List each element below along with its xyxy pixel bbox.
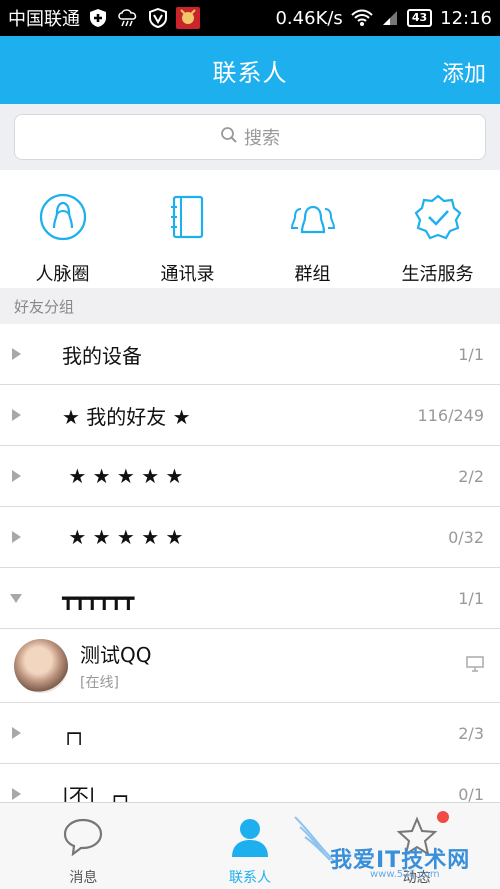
wifi-icon <box>351 9 373 27</box>
group-name: ★ 我的好友 ★ <box>62 404 191 429</box>
contact-status: [在线] <box>80 675 119 691</box>
chevron-right-icon <box>0 727 62 739</box>
quick-action-label: 群组 <box>294 264 331 285</box>
contact-list[interactable]: 我的设备 1/1 ★ 我的好友 ★ 116/249 ★ ★ ★ ★ ★ 2/2 … <box>0 324 500 802</box>
group-row[interactable]: ★ ★ ★ ★ ★ 2/2 <box>0 446 500 507</box>
nav-bar: 联系人 添加 <box>0 36 500 104</box>
quick-action-label: 人脉圈 <box>35 264 90 285</box>
group-name: ★ ★ ★ ★ ★ <box>62 464 184 488</box>
chat-bubble-icon <box>61 815 105 863</box>
quick-action-people-circle[interactable]: 人脉圈 <box>0 170 125 288</box>
tab-contacts[interactable]: 联系人 <box>167 803 334 889</box>
app-icon <box>176 7 200 29</box>
group-row[interactable]: ┌┐ 2/3 <box>0 703 500 764</box>
chevron-right-icon <box>0 788 62 800</box>
section-header: 好友分组 <box>0 288 500 324</box>
chevron-right-icon <box>0 470 62 482</box>
weather-icon <box>116 8 140 28</box>
search-icon <box>220 126 238 149</box>
star-icon <box>395 815 439 863</box>
group-name: ┳┳┳┳┳┳ <box>62 586 135 610</box>
contact-person-icon <box>228 815 272 863</box>
tab-moments[interactable]: 动态 <box>333 803 500 889</box>
group-row-expanded[interactable]: ┳┳┳┳┳┳ 1/1 <box>0 568 500 629</box>
person-circle-icon <box>38 192 88 246</box>
group-count: 2/2 <box>458 466 484 486</box>
chevron-right-icon <box>0 531 62 543</box>
group-name: ┌┐ <box>62 721 87 745</box>
quick-action-address-book[interactable]: 通讯录 <box>125 170 250 288</box>
add-button[interactable]: 添加 <box>442 56 486 88</box>
contact-row[interactable]: 测试QQ [在线] <box>0 629 500 703</box>
search-placeholder: 搜索 <box>244 128 280 149</box>
contact-name: 测试QQ <box>80 643 152 667</box>
quick-action-label: 生活服务 <box>401 264 474 285</box>
address-book-icon <box>163 192 213 246</box>
chevron-right-icon <box>0 409 62 421</box>
battery-icon: 43 <box>406 9 433 27</box>
service-badge-icon <box>413 192 463 246</box>
quick-action-groups[interactable]: 群组 <box>250 170 375 288</box>
group-name: 我的设备 <box>62 343 142 368</box>
group-count: 2/3 <box>458 723 484 743</box>
quick-actions: 人脉圈 通讯录 群组 生活服务 <box>0 170 500 288</box>
status-bar: 中国联通 0.46K/s 43 12:16 <box>0 0 500 36</box>
group-row[interactable]: |不| ┌┐ 0/1 <box>0 764 500 802</box>
clock: 12:16 <box>440 7 492 29</box>
group-count: 116/249 <box>417 405 484 425</box>
tab-label: 联系人 <box>229 870 271 886</box>
tab-bar: 消息 联系人 动态 <box>0 802 500 889</box>
search-input[interactable]: 搜索 <box>14 114 486 160</box>
group-icon <box>288 192 338 246</box>
chevron-down-icon <box>0 593 62 603</box>
page-title: 联系人 <box>212 58 288 87</box>
tab-label: 消息 <box>69 870 98 886</box>
group-name: ★ ★ ★ ★ ★ <box>62 525 184 549</box>
network-speed: 0.46K/s <box>275 7 343 29</box>
group-name: |不| ┌┐ <box>62 783 133 803</box>
carrier-label: 中国联通 <box>8 9 80 30</box>
tab-messages[interactable]: 消息 <box>0 803 167 889</box>
avatar <box>14 638 68 693</box>
quick-action-label: 通讯录 <box>160 264 215 285</box>
group-count: 0/1 <box>458 784 484 803</box>
group-row[interactable]: ★ 我的好友 ★ 116/249 <box>0 385 500 446</box>
group-row[interactable]: ★ ★ ★ ★ ★ 0/32 <box>0 507 500 568</box>
notification-dot <box>437 811 450 823</box>
signal-icon <box>381 9 399 27</box>
group-row[interactable]: 我的设备 1/1 <box>0 324 500 385</box>
monitor-icon <box>466 655 484 676</box>
chevron-right-icon <box>0 348 62 360</box>
vpn-icon <box>148 8 168 28</box>
search-area: 搜索 <box>0 104 500 170</box>
group-count: 1/1 <box>458 588 484 608</box>
tab-label: 动态 <box>402 870 431 886</box>
shield-plus-icon <box>88 8 108 28</box>
quick-action-life-services[interactable]: 生活服务 <box>375 170 500 288</box>
group-count: 0/32 <box>448 527 484 547</box>
group-count: 1/1 <box>458 344 484 364</box>
